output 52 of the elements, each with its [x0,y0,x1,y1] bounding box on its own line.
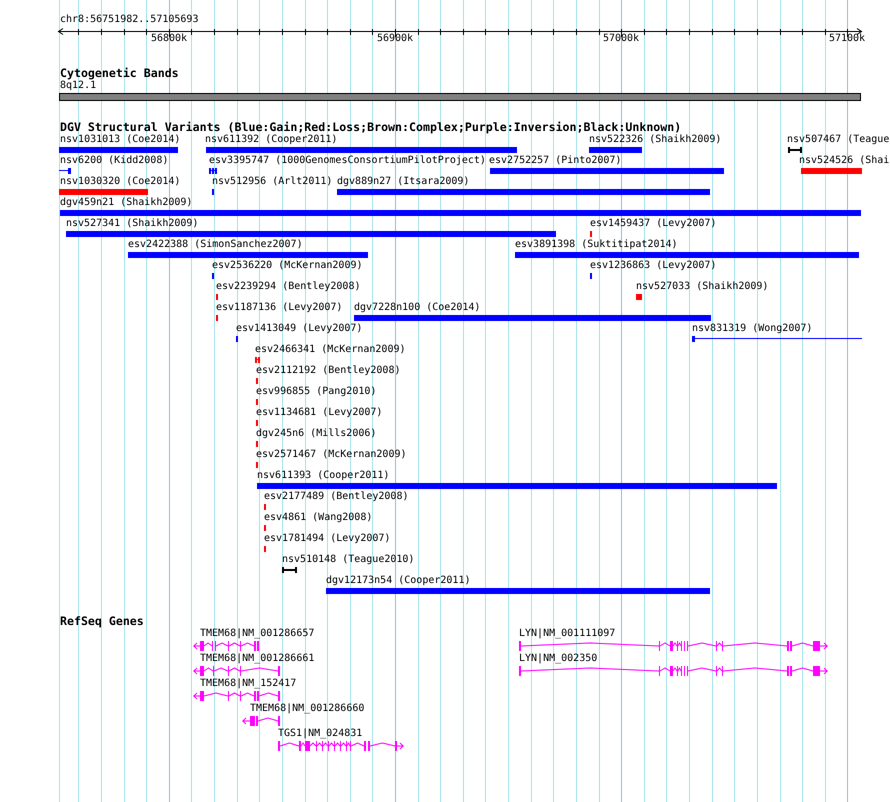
track-title: RefSeq Genes [60,615,144,628]
variant-label: esv4861 (Wang2008) [264,512,372,524]
band-label: 8q12.1 [60,80,96,92]
tick-label: 56900k [376,33,414,45]
tick-label: 57000k [602,33,640,45]
variant-label: esv2177489 (Bentley2008) [264,491,408,503]
variant-label: nsv6200 (Kidd2008) [60,155,168,167]
variant-label: esv2466341 (McKernan2009) [255,344,406,356]
variant-label: esv3891398 (Suktitipat2014) [515,239,678,251]
variant-label: esv996855 (Pang2010) [256,386,376,398]
gene-label: TMEM68|NM_152417 [200,678,296,690]
gene-label: TGS1|NM_024831 [278,728,362,740]
variant-label: esv2536220 (McKernan2009) [212,260,363,272]
variant-label: dgv889n27 (Itsara2009) [337,176,470,188]
variant-label: esv1187136 (Levy2007) [216,302,342,314]
variant-label: esv1459437 (Levy2007) [590,218,716,230]
variant-label: nsv524526 (Shai [799,155,890,167]
variant-label: nsv611392 (Cooper2011) [205,134,338,146]
variant-label: dgv459n21 (Shaikh2009) [60,197,192,209]
variant-label: esv1781494 (Levy2007) [264,533,390,545]
variant-label: nsv1031013 (Coe2014) [60,134,180,146]
variant-label: nsv507467 (Teague [787,134,890,146]
variant-label: esv2752257 (Pinto2007) [489,155,622,167]
gene-label: TMEM68|NM_001286660 [250,703,364,715]
variant-label: dgv12173n54 (Cooper2011) [326,575,470,587]
gene-label: TMEM68|NM_001286657 [200,628,314,640]
variant-label: esv2239294 (Bentley2008) [216,281,360,293]
variant-label: nsv527341 (Shaikh2009) [66,218,198,230]
variant-label: esv2422388 (SimonSanchez2007) [128,239,303,251]
variant-label: nsv522326 (Shaikh2009) [589,134,722,146]
tick-label: 57100k [828,33,866,45]
variant-label: esv1134681 (Levy2007) [256,407,382,419]
variant-label: esv3395747 (1000GenomesConsortiumPilotProject) [209,155,486,167]
gene-label: TMEM68|NM_001286661 [200,653,314,665]
variant-label: esv1413049 (Levy2007) [236,323,362,335]
track-title: Cytogenetic Bands [60,67,179,80]
tick-label: 56800k [150,33,188,45]
variant-label: nsv831319 (Wong2007) [692,323,812,335]
location-label: chr8:56751982..57105693 [60,14,198,26]
variant-label: esv1236863 (Levy2007) [590,260,716,272]
variant-label: nsv510148 (Teague2010) [282,554,414,566]
track-title: DGV Structural Variants (Blue:Gain;Red:Loss;Brown:Complex;Purple:Inversion;Black:Unknown) [60,121,682,134]
variant-label: dgv245n6 (Mills2006) [256,428,376,440]
gene-label: LYN|NM_002350 [519,653,598,665]
variant-label: nsv1030320 (Coe2014) [60,176,180,188]
variant-label: esv2571467 (McKernan2009) [256,449,407,461]
variant-label: nsv611393 (Cooper2011) [257,470,390,482]
variant-label: nsv527033 (Shaikh2009) [636,281,768,293]
variant-label: esv2112192 (Bentley2008) [256,365,400,377]
variant-label: dgv7228n100 (Coe2014) [354,302,480,314]
gene-label: LYN|NM_001111097 [519,628,616,640]
variant-label: nsv512956 (Arlt2011) [212,176,332,188]
